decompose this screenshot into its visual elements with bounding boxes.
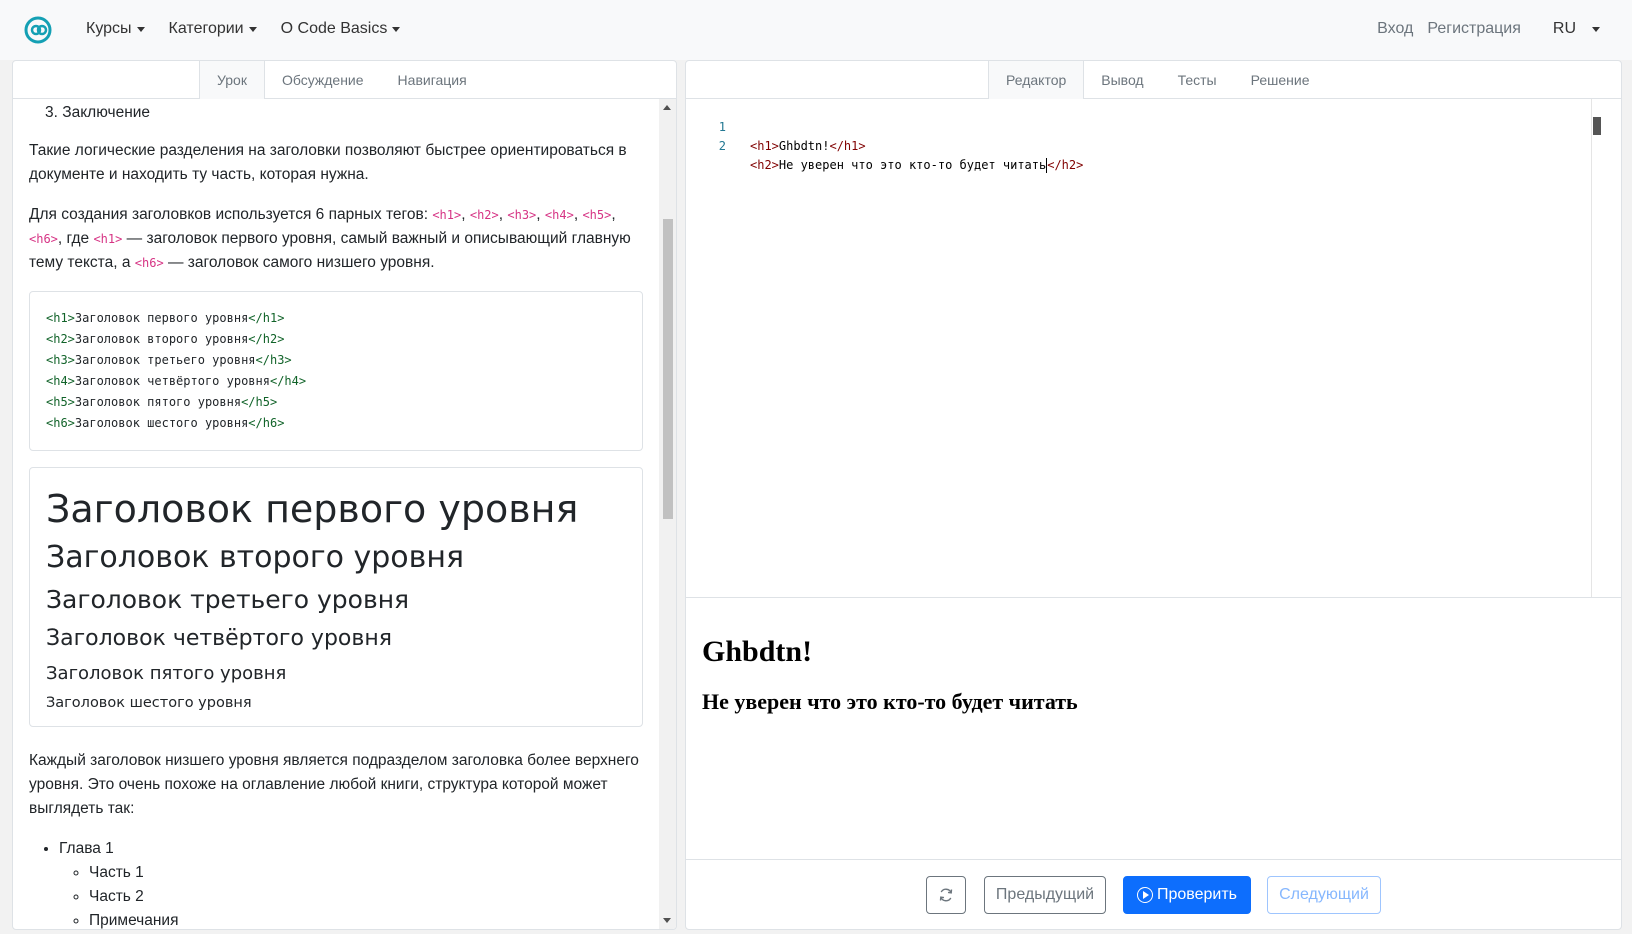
- inline-code: <h1>: [432, 208, 462, 222]
- nav-courses-dropdown[interactable]: Курсы: [86, 20, 145, 38]
- demo-heading-1: Заголовок первого уровня: [46, 487, 579, 531]
- chevron-down-icon: [248, 26, 257, 32]
- nav-about-dropdown[interactable]: О Code Basics: [281, 20, 401, 38]
- code-line: <h3>Заголовок третьего уровня</h3>: [46, 353, 292, 367]
- lesson-panel: Урок Обсуждение Навигация 3. Заключение …: [12, 60, 677, 930]
- nav-categories-label: Категории: [168, 20, 244, 37]
- code-line: <h6>Заголовок шестого уровня</h6>: [46, 416, 285, 430]
- list-item: 3. Заключение: [45, 104, 151, 121]
- output-heading-1: Ghbdtn!: [702, 635, 813, 668]
- list-item: Часть 1: [89, 861, 643, 885]
- editor-tabs: Редактор Вывод Тесты Решение: [988, 61, 1327, 99]
- scrollbar-thumb[interactable]: [663, 219, 673, 519]
- scroll-position-marker: [1593, 117, 1601, 135]
- lesson-tabs: Урок Обсуждение Навигация: [199, 61, 484, 99]
- chevron-down-icon: [1592, 26, 1600, 32]
- lesson-paragraph: Такие логические разделения на заголовки…: [29, 142, 627, 183]
- lesson-scrollbar[interactable]: [659, 99, 676, 929]
- navbar: Курсы Категории О Code Basics Вход Регис…: [0, 0, 1632, 60]
- inline-code: <h4>: [544, 208, 574, 222]
- demo-heading-3: Заголовок третьего уровня: [46, 585, 410, 614]
- play-circle-icon: [1136, 887, 1153, 903]
- action-bar: Предыдущий Проверить Следующий: [686, 859, 1621, 929]
- output-heading-2: Не уверен что это кто-то будет читать: [702, 689, 1078, 714]
- refresh-icon: [939, 888, 953, 902]
- demo-heading-5: Заголовок пятого уровня: [46, 663, 287, 684]
- list-item: Глава 1 Часть 1 Часть 2 Примечания: [59, 837, 643, 929]
- nav-courses-label: Курсы: [86, 20, 132, 37]
- chevron-down-icon: [392, 26, 401, 32]
- inline-code: <h2>: [469, 208, 499, 222]
- heading-demo: Заголовок первого уровня Заголовок второ…: [29, 467, 643, 727]
- list-item: Примечания: [89, 909, 643, 929]
- editor-scrollbar[interactable]: [1591, 99, 1621, 597]
- lesson-paragraph-tags: Для создания заголовков используется 6 п…: [29, 206, 631, 271]
- inline-code: <h1>: [93, 232, 123, 246]
- inline-code: <h6>: [29, 232, 58, 246]
- line-number: 2: [718, 139, 726, 153]
- output-preview: Ghbdtn! Не уверен что это кто-то будет ч…: [686, 597, 1621, 853]
- nav-categories-dropdown[interactable]: Категории: [169, 20, 257, 38]
- reset-button[interactable]: [926, 876, 966, 914]
- inline-code: <h3>: [507, 208, 537, 222]
- previous-button[interactable]: Предыдущий: [984, 876, 1106, 914]
- code-line: <h4>Заголовок четвёртого уровня</h4>: [46, 374, 307, 388]
- scroll-down-icon[interactable]: [663, 918, 671, 923]
- demo-heading-6: Заголовок шестого уровня: [46, 695, 252, 711]
- inline-code: <h5>: [582, 208, 612, 222]
- code-line: <h1>Заголовок первого уровня</h1>: [46, 311, 285, 325]
- editor-line[interactable]: 1 <h1>Ghbdtn!</h1>: [686, 99, 866, 153]
- demo-heading-2: Заголовок второго уровня: [46, 540, 465, 575]
- tab-tests[interactable]: Тесты: [1161, 61, 1234, 99]
- login-link[interactable]: Вход: [1377, 20, 1413, 38]
- tab-output[interactable]: Вывод: [1084, 61, 1160, 99]
- code-line: <h5>Заголовок пятого уровня</h5>: [46, 395, 278, 409]
- scroll-up-icon[interactable]: [663, 105, 671, 110]
- code-line: <h2>Заголовок второго уровня</h2>: [46, 332, 285, 346]
- editor-line[interactable]: 2 <h2>Не уверен что это кто-то будет чит…: [686, 118, 1083, 173]
- tab-solution[interactable]: Решение: [1234, 61, 1327, 99]
- tab-discussion[interactable]: Обсуждение: [265, 61, 381, 99]
- check-button[interactable]: Проверить: [1123, 876, 1251, 914]
- lesson-content: 3. Заключение Такие логические разделени…: [13, 99, 659, 929]
- check-button-label: Проверить: [1156, 886, 1237, 903]
- chevron-down-icon: [136, 26, 145, 32]
- language-label: RU: [1552, 20, 1576, 37]
- register-link[interactable]: Регистрация: [1427, 20, 1521, 38]
- list-item: Часть 2: [89, 885, 643, 909]
- code-basics-logo-icon[interactable]: [24, 16, 52, 44]
- editor-panel: Редактор Вывод Тесты Решение 1 <h1>Ghbdt…: [685, 60, 1622, 930]
- code-editor[interactable]: 1 <h1>Ghbdtn!</h1> 2 <h2>Не уверен что э…: [686, 99, 1621, 597]
- next-button[interactable]: Следующий: [1267, 876, 1381, 914]
- lesson-paragraph: Каждый заголовок низшего уровня является…: [29, 752, 639, 817]
- tab-editor[interactable]: Редактор: [988, 61, 1085, 99]
- nav-about-label: О Code Basics: [280, 20, 388, 37]
- toc-list: Глава 1 Часть 1 Часть 2 Примечания: [29, 837, 643, 929]
- inline-code: <h6>: [134, 256, 164, 270]
- tab-lesson[interactable]: Урок: [199, 61, 265, 99]
- code-example: <h1>Заголовок первого уровня</h1> <h2>За…: [29, 291, 643, 451]
- tab-navigation[interactable]: Навигация: [381, 61, 484, 99]
- demo-heading-4: Заголовок четвёртого уровня: [46, 626, 392, 651]
- language-dropdown[interactable]: RU: [1553, 20, 1600, 38]
